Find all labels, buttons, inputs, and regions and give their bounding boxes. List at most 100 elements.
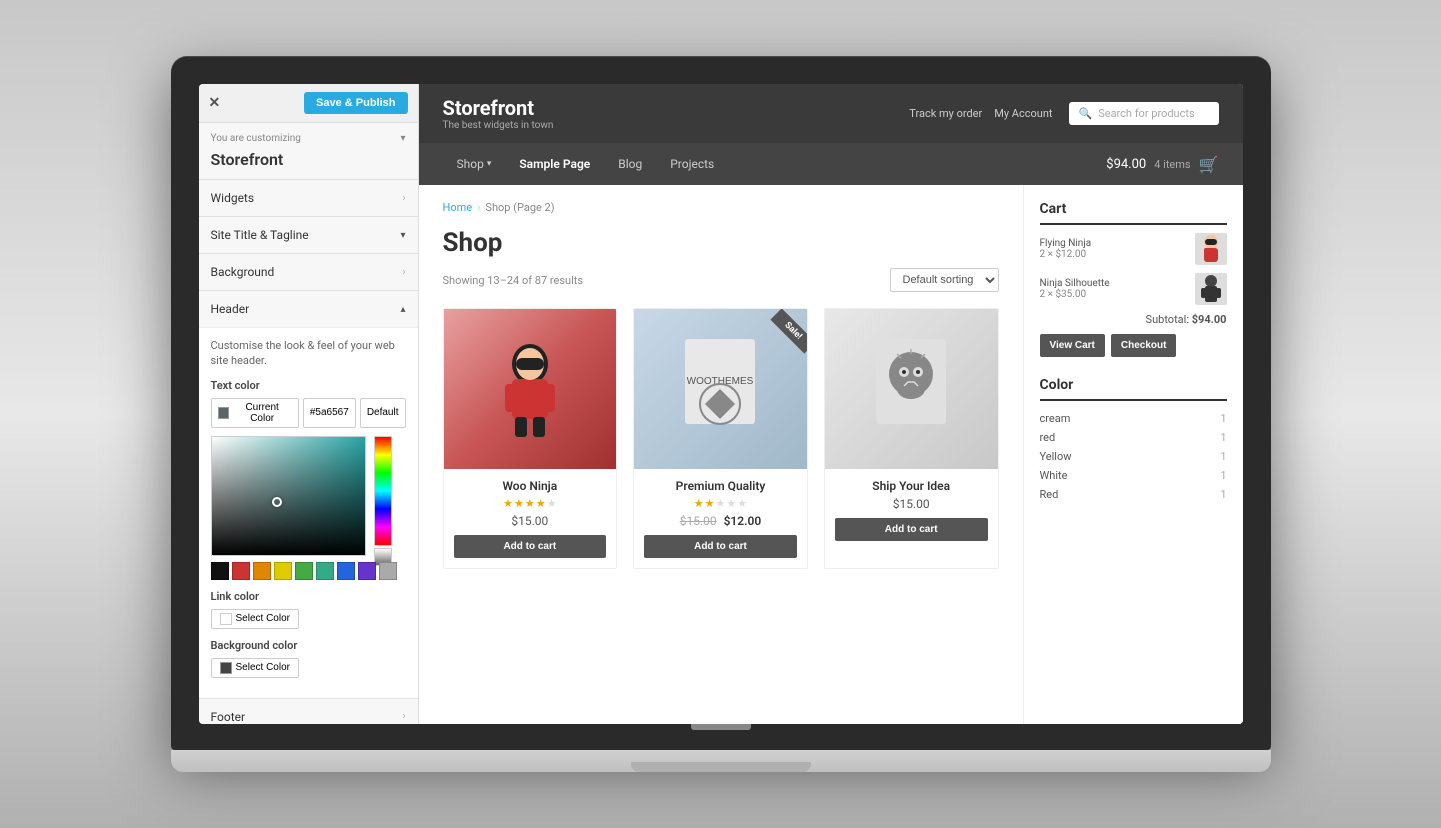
bg-select-color-btn[interactable]: Select Color <box>211 658 299 678</box>
product-img-ninja <box>444 309 617 469</box>
products-grid: Woo Ninja ★ ★ ★ ★ ★ $15.00 <box>443 308 999 569</box>
track-order-link[interactable]: Track my order <box>909 107 982 120</box>
color-filter-yellow[interactable]: Yellow 1 <box>1040 447 1227 466</box>
cart-nav-info[interactable]: $94.00 4 items 🛒 <box>1106 155 1218 174</box>
bg-color-row: Background color Select Color <box>211 639 406 678</box>
swatch-purple[interactable] <box>358 562 376 580</box>
laptop-container: ✕ Save & Publish You are customizing ▾ S… <box>171 56 1271 772</box>
store-content: Home › Shop (Page 2) Shop Showing 13–24 … <box>419 185 1243 724</box>
product-name-woo-ninja: Woo Ninja <box>454 479 607 493</box>
cart-icon: 🛒 <box>1199 155 1219 174</box>
cart-item-flying-ninja: Flying Ninja 2 × $12.00 <box>1040 233 1227 265</box>
bg-color-swatch <box>220 662 232 674</box>
store-header-right: Track my order My Account 🔍 Search for p… <box>909 102 1218 125</box>
laptop-screen: ✕ Save & Publish You are customizing ▾ S… <box>199 84 1243 724</box>
color-filter-white[interactable]: White 1 <box>1040 466 1227 485</box>
nav-blog[interactable]: Blog <box>604 143 656 185</box>
store-header: Storefront The best widgets in town Trac… <box>419 84 1243 143</box>
section-footer[interactable]: Footer › <box>199 699 418 724</box>
color-gradient[interactable] <box>211 436 366 556</box>
cart-item-name-flying: Flying Ninja <box>1040 238 1189 249</box>
storefront-main: Storefront The best widgets in town Trac… <box>419 84 1243 724</box>
shop-controls: Showing 13–24 of 87 results Default sort… <box>443 268 999 292</box>
add-to-cart-premium[interactable]: Add to cart <box>644 535 797 558</box>
save-publish-button[interactable]: Save & Publish <box>304 92 407 114</box>
nav-projects[interactable]: Projects <box>656 143 728 185</box>
original-price: $15.00 <box>680 514 717 528</box>
section-widgets-header[interactable]: Widgets › <box>199 180 418 216</box>
section-footer-header[interactable]: Footer › <box>199 699 418 724</box>
nav-shop[interactable]: Shop ▾ <box>443 143 506 185</box>
nav-sample-page[interactable]: Sample Page <box>505 143 604 185</box>
swatch-teal[interactable] <box>316 562 334 580</box>
product-name-premium: Premium Quality <box>644 479 797 493</box>
product-img-idea <box>825 309 998 469</box>
add-to-cart-woo-ninja[interactable]: Add to cart <box>454 535 607 558</box>
cart-section-title: Cart <box>1040 201 1227 225</box>
default-color-btn[interactable]: Default <box>360 398 406 428</box>
view-cart-button[interactable]: View Cart <box>1040 334 1105 357</box>
link-color-label: Link color <box>211 590 406 603</box>
bg-color-label: Background color <box>211 639 406 652</box>
link-select-color-btn[interactable]: Select Color <box>211 609 299 629</box>
cart-subtotal: Subtotal: $94.00 <box>1040 313 1227 326</box>
sidebar-color-section: Color cream 1 red 1 <box>1040 377 1227 504</box>
section-header-header[interactable]: Header ▴ <box>199 291 418 327</box>
product-card-woo-ninja: Woo Ninja ★ ★ ★ ★ ★ $15.00 <box>443 308 618 569</box>
background-arrow: › <box>402 267 405 278</box>
nav-items: Shop ▾ Sample Page Blog Projects <box>443 143 729 185</box>
color-filter-red[interactable]: red 1 <box>1040 428 1227 447</box>
section-header[interactable]: Header ▴ Customise the look & feel of yo… <box>199 291 418 699</box>
color-filter-list: cream 1 red 1 Yellow 1 <box>1040 409 1227 504</box>
cart-item-thumb-silhouette <box>1195 273 1227 305</box>
widgets-arrow: › <box>402 193 405 204</box>
swatch-green[interactable] <box>295 562 313 580</box>
swatch-yellow[interactable] <box>274 562 292 580</box>
section-sitetitle-header[interactable]: Site Title & Tagline ▾ <box>199 217 418 253</box>
sale-ribbon: Sale! <box>747 309 807 369</box>
product-price-ship-idea: $15.00 <box>835 497 988 511</box>
shop-chevron: ▾ <box>487 159 492 169</box>
close-button[interactable]: ✕ <box>209 95 221 111</box>
current-color-btn[interactable]: Current Color <box>211 398 299 428</box>
cart-item-flying-ninja-info: Flying Ninja 2 × $12.00 <box>1040 238 1189 260</box>
cart-item-qty-flying: 2 × $12.00 <box>1040 249 1189 260</box>
color-filter-red2[interactable]: Red 1 <box>1040 485 1227 504</box>
swatch-blue[interactable] <box>337 562 355 580</box>
section-background-header[interactable]: Background › <box>199 254 418 290</box>
breadcrumb: Home › Shop (Page 2) <box>443 201 999 214</box>
hue-slider[interactable] <box>374 436 392 546</box>
header-arrow: ▴ <box>400 304 405 315</box>
product-price-woo-ninja: $15.00 <box>454 514 607 528</box>
section-sitetitle[interactable]: Site Title & Tagline ▾ <box>199 217 418 254</box>
section-widgets[interactable]: Widgets › <box>199 180 418 217</box>
cart-total: $94.00 <box>1106 157 1146 172</box>
svg-text:WOOTHEMES: WOOTHEMES <box>687 376 754 387</box>
search-box[interactable]: 🔍 Search for products <box>1069 102 1219 125</box>
add-to-cart-ship-idea[interactable]: Add to cart <box>835 518 988 541</box>
breadcrumb-home[interactable]: Home <box>443 201 473 214</box>
swatch-orange[interactable] <box>253 562 271 580</box>
link-color-row: Link color Select Color <box>211 590 406 629</box>
current-color-swatch <box>218 407 230 419</box>
product-card-premium: WOOTHEMES Sale! <box>633 308 808 569</box>
section-background[interactable]: Background › <box>199 254 418 291</box>
sitetitle-arrow: ▾ <box>400 230 405 241</box>
swatch-black[interactable] <box>211 562 229 580</box>
color-filter-cream[interactable]: cream 1 <box>1040 409 1227 428</box>
store-nav: Shop ▾ Sample Page Blog Projects <box>419 143 1243 185</box>
sort-select[interactable]: Default sorting <box>890 268 999 292</box>
my-account-link[interactable]: My Account <box>994 107 1052 120</box>
cart-item-thumb-flying <box>1195 233 1227 265</box>
header-desc: Customise the look & feel of your web si… <box>211 338 406 369</box>
cart-item-ninja-silhouette: Ninja Silhouette 2 × $35.00 <box>1040 273 1227 305</box>
product-image-ship-idea <box>825 309 998 469</box>
screen-bezel: ✕ Save & Publish You are customizing ▾ S… <box>171 56 1271 750</box>
checkout-button[interactable]: Checkout <box>1111 334 1177 357</box>
swatch-red[interactable] <box>232 562 250 580</box>
swatch-gray[interactable] <box>379 562 397 580</box>
shop-page-title: Shop <box>443 228 999 258</box>
hex-color-btn[interactable]: #5a6567 <box>303 398 356 428</box>
color-picker[interactable] <box>211 436 406 580</box>
sale-price: $12.00 <box>724 514 762 528</box>
